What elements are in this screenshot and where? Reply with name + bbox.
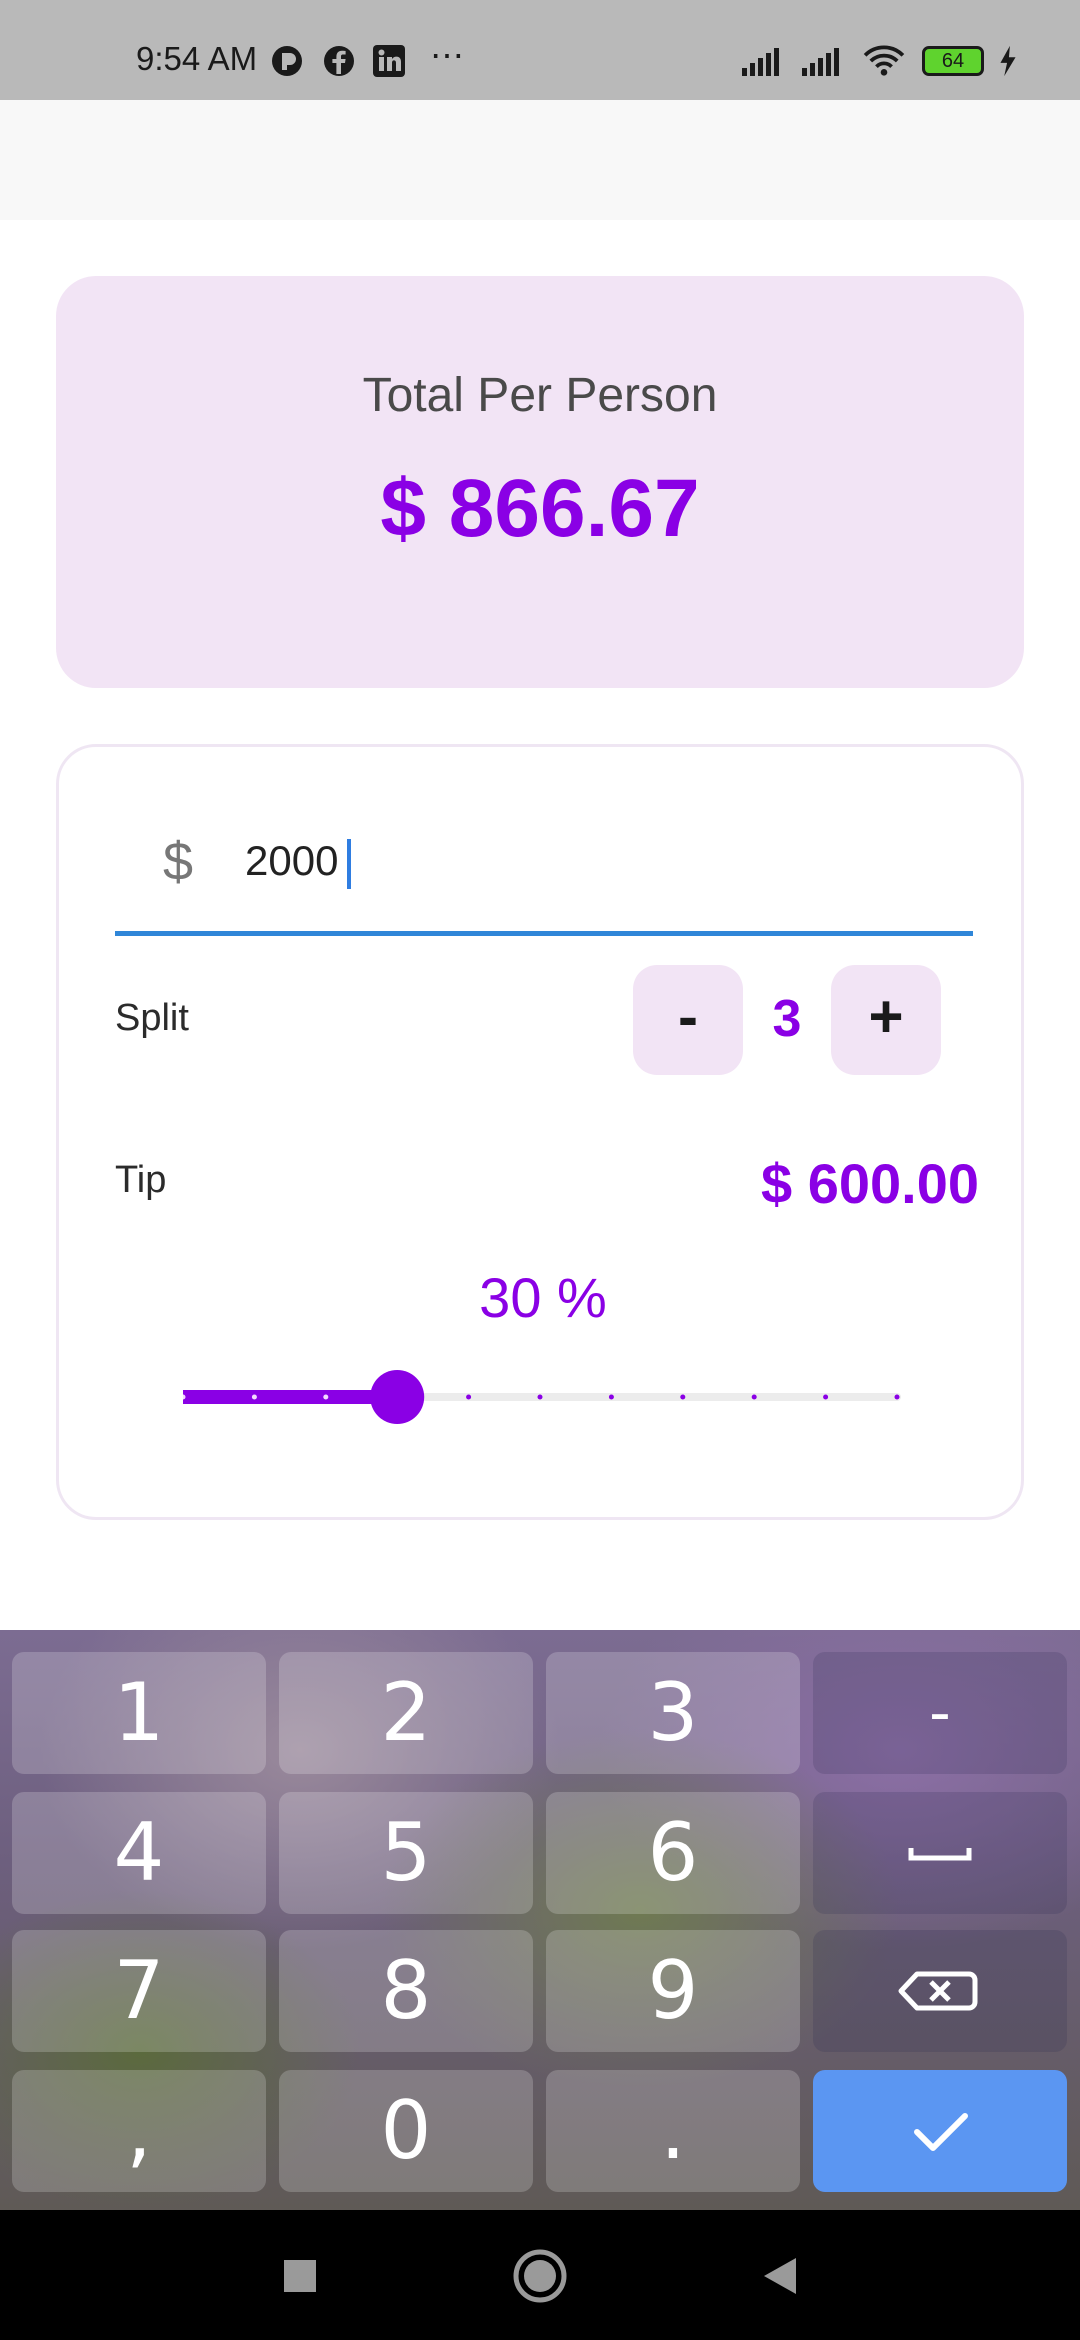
total-amount: $ 866.67: [380, 463, 700, 554]
key-9[interactable]: 9: [546, 1930, 800, 2052]
facebook-icon: [324, 46, 354, 76]
slider-tick-mark: [323, 1394, 329, 1400]
battery-icon: 64: [922, 46, 984, 76]
navigation-bar: [0, 2210, 1080, 2340]
signal-icon: [802, 48, 839, 76]
slider-tick-mark: [251, 1394, 257, 1400]
more-dots-icon: ⋯: [430, 37, 466, 75]
total-per-person-card: Total Per Person $ 866.67: [56, 276, 1024, 688]
key-6[interactable]: 6: [546, 1792, 800, 1914]
key-minus[interactable]: -: [813, 1652, 1067, 1774]
key-8[interactable]: 8: [279, 1930, 533, 2052]
tip-amount: $ 600.00: [761, 1152, 979, 1215]
bill-amount-input[interactable]: 2000: [245, 837, 338, 885]
input-underline: [115, 931, 973, 936]
key-backspace[interactable]: [813, 1930, 1067, 2052]
key-3[interactable]: 3: [546, 1652, 800, 1774]
status-bar: 9:54 AM ⋯ 64: [0, 0, 1080, 100]
slider-tick-mark: [680, 1394, 686, 1400]
tip-label: Tip: [115, 1159, 167, 1201]
slider-tick-mark: [823, 1394, 829, 1400]
battery-level: 64: [941, 50, 965, 72]
slider-tick-mark: [751, 1394, 757, 1400]
slider-tick-mark: [894, 1394, 900, 1400]
decrease-split-button[interactable]: -: [633, 965, 743, 1075]
tip-slider[interactable]: [183, 1367, 903, 1427]
cast-icon: [272, 46, 302, 76]
bill-form-card: $ 2000 Split - 3 + Tip $ 600.00 30 %: [56, 744, 1024, 1520]
slider-tick-mark: [537, 1394, 543, 1400]
slider-tick-mark: [608, 1394, 614, 1400]
currency-prefix: $: [163, 832, 194, 892]
back-triangle-icon[interactable]: [748, 2244, 812, 2308]
key-2[interactable]: 2: [279, 1652, 533, 1774]
key-7[interactable]: 7: [12, 1930, 266, 2052]
split-label: Split: [115, 997, 189, 1039]
increase-split-button[interactable]: +: [831, 965, 941, 1075]
home-circle-icon[interactable]: [508, 2244, 572, 2308]
key-dot[interactable]: .: [546, 2070, 800, 2192]
key-1[interactable]: 1: [12, 1652, 266, 1774]
key-done[interactable]: [813, 2070, 1067, 2192]
text-cursor: [347, 839, 351, 889]
key-4[interactable]: 4: [12, 1792, 266, 1914]
key-space[interactable]: [813, 1792, 1067, 1914]
wifi-icon: [863, 45, 905, 76]
recents-square-icon[interactable]: [268, 2244, 332, 2308]
tip-percent: 30 %: [479, 1266, 607, 1329]
slider-tick-mark: [466, 1394, 472, 1400]
space-icon: [908, 1848, 972, 1861]
backspace-icon: [898, 1971, 978, 2011]
total-title: Total Per Person: [362, 369, 718, 422]
key-comma[interactable]: ,: [12, 2070, 266, 2192]
tip-slider-track[interactable]: [183, 1367, 903, 1427]
key-5[interactable]: 5: [279, 1792, 533, 1914]
signal-icon: [742, 48, 779, 76]
status-time: 9:54 AM: [136, 40, 258, 77]
app-bar: [0, 100, 1080, 220]
linkedin-icon: [373, 45, 405, 77]
check-icon: [914, 2113, 968, 2151]
slider-thumb[interactable]: [370, 1370, 425, 1424]
split-value: 3: [772, 990, 802, 1048]
charging-icon: [1000, 45, 1016, 77]
numeric-keyboard: 1 2 3 - 4 5 6 7 8 9 , 0 .: [0, 1630, 1080, 2210]
key-0[interactable]: 0: [279, 2070, 533, 2192]
